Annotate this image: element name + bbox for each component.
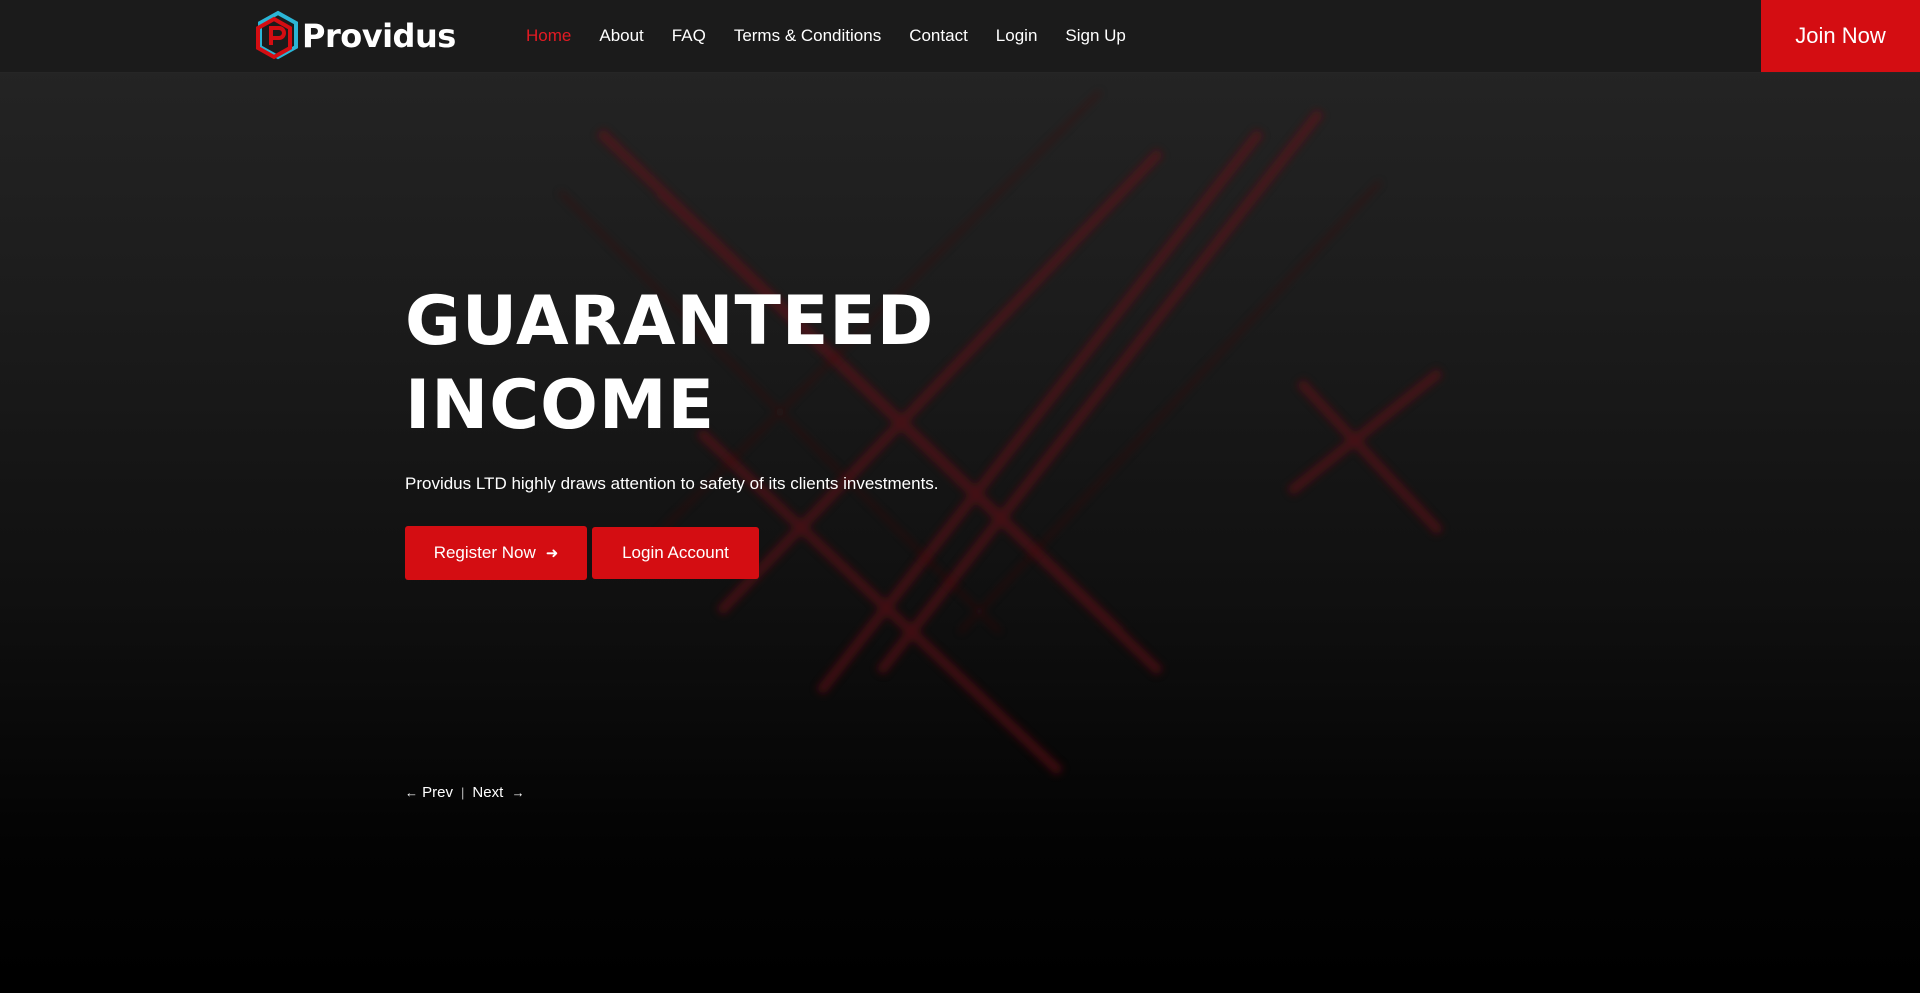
nav-about[interactable]: About [599, 26, 643, 46]
nav-contact[interactable]: Contact [909, 26, 968, 46]
main-nav: Home About FAQ Terms & Conditions Contac… [526, 0, 1154, 72]
arrow-left-icon: ← [405, 785, 418, 800]
login-account-button[interactable]: Login Account [592, 527, 759, 579]
nav-login[interactable]: Login [996, 26, 1038, 46]
prev-slide-button[interactable]: ← Prev [405, 784, 453, 801]
nav-signup[interactable]: Sign Up [1065, 26, 1125, 46]
background-pattern [558, 90, 1444, 776]
slider-nav: ← Prev | Next → [405, 784, 525, 801]
site-header: Providus Home About FAQ Terms & Conditio… [0, 0, 1920, 73]
register-now-button[interactable]: Register Now ➜ [405, 526, 587, 580]
nav-terms[interactable]: Terms & Conditions [734, 26, 881, 46]
prev-label: Prev [422, 784, 454, 801]
register-now-label: Register Now [433, 543, 536, 562]
logo-text: Providus [302, 17, 456, 55]
hero-title: GUARANTEED INCOME [405, 280, 933, 448]
arrow-right-icon: → [511, 785, 525, 800]
hero-buttons: Register Now ➜ Login Account [405, 526, 939, 580]
hero-section: GUARANTEED INCOME Providus LTD highly dr… [405, 280, 939, 580]
slider-separator: | [461, 785, 465, 800]
next-slide-button[interactable]: Next → [472, 784, 524, 801]
hero-subtitle: Providus LTD highly draws attention to s… [405, 474, 939, 493]
hero-title-line2: INCOME [405, 366, 716, 445]
hexagon-p-logo-icon [256, 10, 298, 60]
logo[interactable]: Providus [252, 10, 456, 62]
nav-home[interactable]: Home [526, 26, 571, 46]
page: Providus Home About FAQ Terms & Conditio… [0, 0, 1920, 993]
hero-title-line1: GUARANTEED [405, 282, 935, 361]
login-account-label: Login Account [622, 543, 729, 562]
nav-faq[interactable]: FAQ [672, 26, 706, 46]
next-label: Next [472, 784, 504, 801]
arrow-right-icon: ➜ [545, 545, 559, 562]
join-now-button[interactable]: Join Now [1761, 0, 1920, 72]
